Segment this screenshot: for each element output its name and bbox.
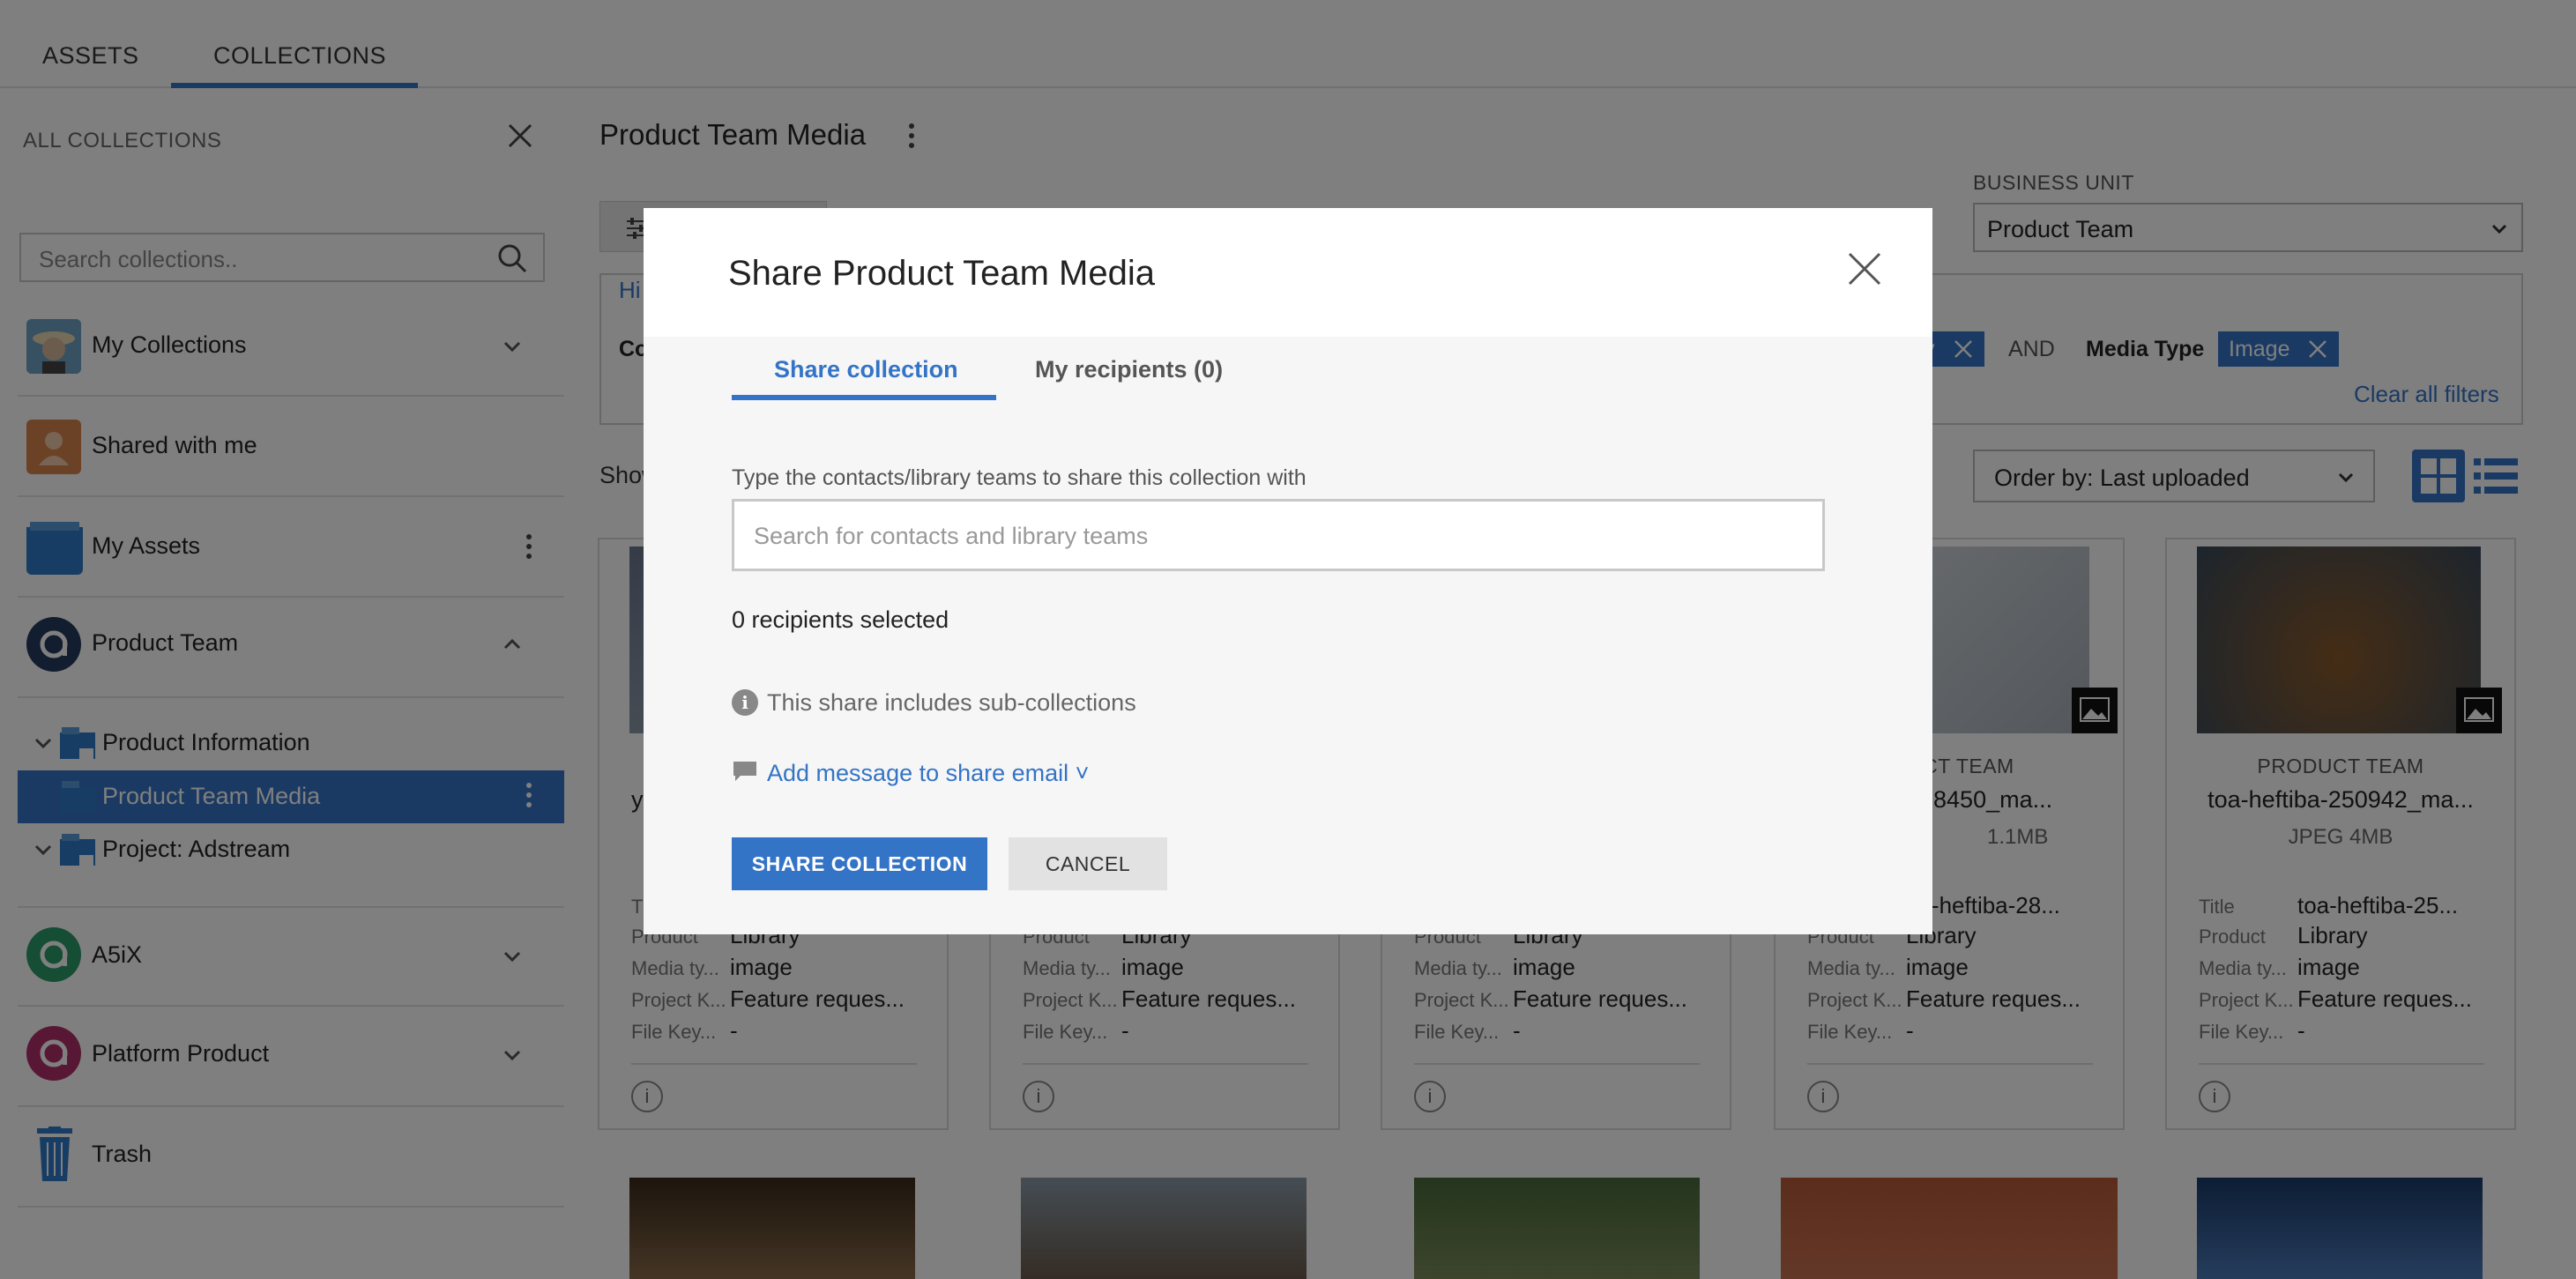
share-collection-button[interactable]: SHARE COLLECTION (732, 837, 987, 890)
recipient-search-input[interactable]: Search for contacts and library teams (732, 499, 1825, 571)
info-icon: i (732, 689, 758, 716)
recipients-count: 0 recipients selected (732, 606, 949, 633)
tab-my-recipients[interactable]: My recipients (0) (1035, 356, 1223, 383)
recipient-search-placeholder: Search for contacts and library teams (754, 523, 1149, 549)
active-tab-indicator (732, 395, 996, 400)
tab-share-collection[interactable]: Share collection (774, 356, 958, 383)
sub-collections-text: This share includes sub-collections (767, 689, 1136, 716)
share-input-label: Type the contacts/library teams to share… (732, 465, 1307, 490)
share-collection-dialog: Share Product Team Media Share collectio… (644, 208, 1932, 934)
dialog-title: Share Product Team Media (728, 254, 1155, 293)
close-icon[interactable] (1846, 250, 1883, 287)
message-bubble-icon (733, 762, 756, 781)
cancel-button[interactable]: CANCEL (1009, 837, 1167, 890)
dialog-header: Share Product Team Media (644, 208, 1932, 337)
add-message-link[interactable]: Add message to share email ˅ (767, 760, 1089, 787)
